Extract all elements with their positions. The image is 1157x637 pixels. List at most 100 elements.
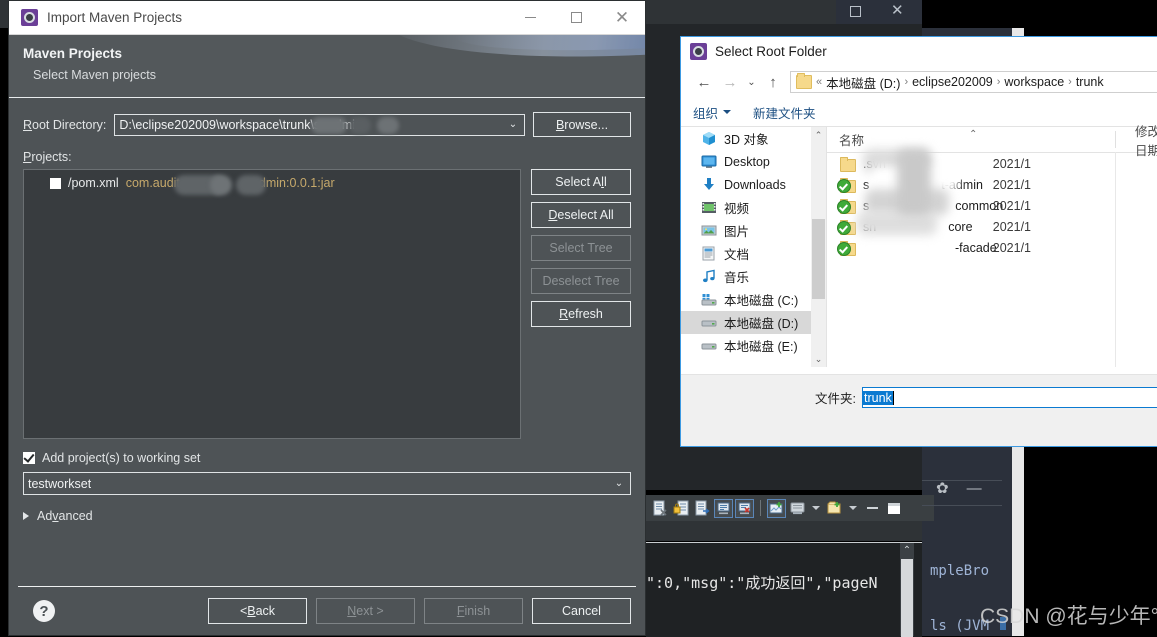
- tree-item-desktop[interactable]: Desktop: [681, 150, 826, 173]
- tree-item-label: 视频: [724, 202, 750, 216]
- chevron-down-icon[interactable]: [723, 110, 732, 114]
- working-set-combo[interactable]: testworkset ⌄: [23, 472, 631, 495]
- tree-item-label: 音乐: [724, 271, 750, 285]
- deselect-tree-button[interactable]: Deselect Tree: [531, 268, 631, 294]
- open-console-icon[interactable]: [694, 500, 711, 517]
- breadcrumb[interactable]: « 本地磁盘 (D:) › eclipse202009 › workspace …: [790, 71, 1157, 93]
- organize-menu[interactable]: 组织: [693, 103, 732, 122]
- breadcrumb-item-0[interactable]: 本地磁盘 (D:): [826, 73, 900, 92]
- tree-item-documents[interactable]: 文档: [681, 242, 826, 265]
- file-row[interactable]: -facade 2021/1: [827, 237, 1157, 258]
- new-console-view-icon[interactable]: [767, 498, 786, 518]
- cancel-button[interactable]: Cancel: [532, 598, 631, 624]
- maven-dialog-titlebar[interactable]: Import Maven Projects ✕: [9, 1, 645, 35]
- select-all-button[interactable]: Select All: [531, 169, 631, 195]
- console-dropdown-icon[interactable]: [849, 506, 857, 510]
- view-menu-gear-icon[interactable]: ✿: [936, 481, 949, 496]
- pin-console-icon[interactable]: [789, 500, 806, 517]
- lock-scroll-icon[interactable]: [673, 500, 690, 517]
- folder-name-input[interactable]: trunk: [862, 387, 1157, 408]
- open-console-dropdown-icon[interactable]: [826, 500, 843, 517]
- explorer-navigation-tree[interactable]: 3D 对象 Desktop Downloads 视频 图片 文档 音乐 本地磁盘…: [681, 127, 827, 367]
- remove-all-terminated-icon[interactable]: [652, 500, 669, 517]
- expand-triangle-icon[interactable]: [23, 512, 29, 520]
- explorer-file-list[interactable]: 名称 ⌃ 修改日期 .svn 2021/1 s t-admin 2021/1 s: [827, 125, 1157, 367]
- working-set-checkbox-row[interactable]: Add project(s) to working set: [23, 451, 631, 465]
- close-icon[interactable]: ✕: [891, 3, 904, 18]
- tree-scrollbar[interactable]: ⌃ ⌄: [811, 127, 826, 367]
- minimize-icon[interactable]: —: [967, 481, 982, 496]
- pin-console-dropdown-icon[interactable]: [812, 506, 820, 510]
- arrow-left-icon[interactable]: ←: [691, 69, 717, 95]
- tree-item-pictures[interactable]: 图片: [681, 219, 826, 242]
- tree-item-drive-e[interactable]: 本地磁盘 (E:): [681, 334, 826, 357]
- folder-field-label: 文件夹:: [815, 392, 856, 406]
- tree-item-videos[interactable]: 视频: [681, 196, 826, 219]
- finish-button[interactable]: Finish: [424, 598, 523, 624]
- chevron-down-icon[interactable]: ⌄: [502, 115, 524, 135]
- scrollbar-thumb[interactable]: [812, 219, 825, 299]
- deselect-all-button[interactable]: Deselect All: [531, 202, 631, 228]
- music-icon: [701, 269, 717, 284]
- breadcrumb-separator: ›: [1068, 76, 1072, 88]
- scroll-down-arrow-icon[interactable]: ⌄: [811, 351, 826, 367]
- folder-icon: [796, 73, 812, 89]
- maven-dialog-footer: ? < Back Next > Finish Cancel: [9, 587, 645, 637]
- tree-item-3d-objects[interactable]: 3D 对象: [681, 127, 826, 150]
- project-row[interactable]: /pom.xml com.audit dmin:0.0.1:jar: [24, 170, 520, 190]
- 3d-object-icon: [701, 131, 717, 146]
- arrow-up-icon[interactable]: ↑: [760, 69, 786, 95]
- folder-name-value[interactable]: trunk: [863, 390, 893, 405]
- tree-item-drive-d[interactable]: 本地磁盘 (D:): [681, 311, 826, 334]
- breadcrumb-item-3[interactable]: trunk: [1076, 75, 1104, 89]
- file-name: -facade: [955, 240, 997, 255]
- tree-item-label: Downloads: [724, 177, 786, 192]
- project-checkbox[interactable]: [50, 177, 61, 189]
- drive-icon: [701, 338, 717, 353]
- tree-item-drive-c[interactable]: 本地磁盘 (C:): [681, 288, 826, 311]
- select-tree-button[interactable]: Select Tree: [531, 235, 631, 261]
- close-button[interactable]: ✕: [599, 1, 645, 34]
- windows-dialog-titlebar[interactable]: Select Root Folder: [681, 37, 1157, 66]
- wizard-navigation-buttons: < Back Next > Finish Cancel: [208, 598, 631, 624]
- browse-button[interactable]: Browse...: [533, 112, 631, 137]
- arrow-right-icon[interactable]: →: [717, 69, 743, 95]
- maximize-view-icon[interactable]: [888, 502, 900, 514]
- maximize-button[interactable]: [553, 1, 599, 34]
- advanced-label: Advanced: [37, 509, 93, 523]
- maximize-icon[interactable]: [850, 6, 861, 17]
- back-button[interactable]: < Back: [208, 598, 307, 624]
- breadcrumb-separator: ›: [904, 76, 909, 88]
- tree-item-music[interactable]: 音乐: [681, 265, 826, 288]
- console-scrollbar[interactable]: ⌃: [900, 543, 914, 637]
- add-to-working-set-checkbox[interactable]: [23, 452, 35, 464]
- new-folder-button[interactable]: 新建文件夹: [753, 103, 816, 122]
- projects-list[interactable]: /pom.xml com.audit dmin:0.0.1:jar: [23, 169, 521, 439]
- help-icon[interactable]: ?: [33, 600, 55, 622]
- scroll-up-arrow-icon[interactable]: ⌃: [900, 543, 914, 559]
- working-set-value[interactable]: testworkset: [24, 477, 91, 491]
- refresh-button[interactable]: Refresh: [531, 301, 631, 327]
- breadcrumb-overflow[interactable]: «: [816, 76, 822, 88]
- tree-item-downloads[interactable]: Downloads: [681, 173, 826, 196]
- breadcrumb-item-2[interactable]: workspace: [1004, 75, 1064, 89]
- scroll-up-arrow-icon[interactable]: ⌃: [811, 127, 826, 143]
- chevron-down-icon[interactable]: ⌄: [743, 69, 760, 95]
- column-header-name[interactable]: 名称: [827, 130, 864, 149]
- root-directory-combo[interactable]: D:\eclipse202009\workspace\trunk\sr admi…: [114, 113, 525, 136]
- chevron-down-icon[interactable]: ⌄: [608, 473, 630, 494]
- file-name: core: [948, 219, 973, 234]
- minimize-button[interactable]: [507, 1, 553, 34]
- column-divider[interactable]: [1115, 131, 1116, 148]
- folder-svn-icon: [837, 240, 856, 256]
- advanced-section-toggle[interactable]: Advanced: [23, 509, 631, 523]
- view-controls[interactable]: ✿ —: [936, 481, 982, 496]
- next-button[interactable]: Next >: [316, 598, 415, 624]
- display-selected-console-icon[interactable]: [714, 498, 733, 518]
- console-toolbar[interactable]: [646, 495, 934, 521]
- breadcrumb-item-1[interactable]: eclipse202009: [912, 75, 993, 89]
- scrollbar-thumb[interactable]: [901, 559, 913, 637]
- minimize-view-icon[interactable]: [867, 507, 878, 509]
- tree-item-label: Desktop: [724, 154, 770, 169]
- close-console-icon[interactable]: [735, 498, 754, 518]
